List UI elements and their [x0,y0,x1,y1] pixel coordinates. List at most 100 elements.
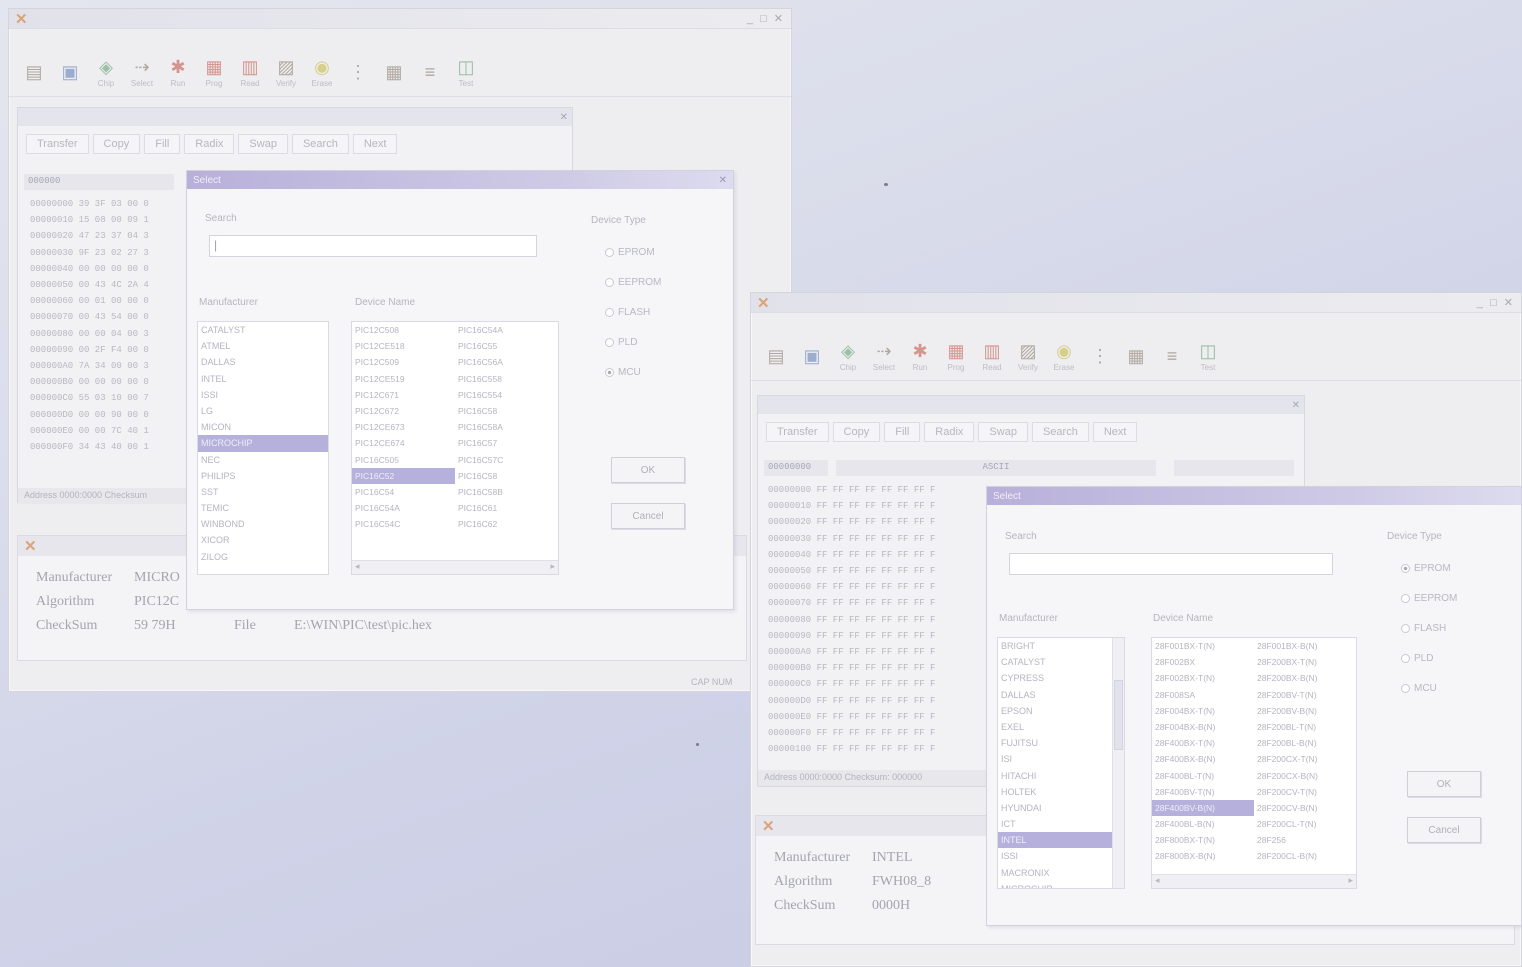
manufacturer-list-item[interactable]: ICT [998,816,1112,832]
device-list-item[interactable]: PIC16C554 [455,387,558,403]
radio-indicator[interactable] [605,308,614,317]
hex-row[interactable]: 000000F0 34 43 40 00 1 [30,439,200,455]
device-type-radio-mcu[interactable]: MCU [605,367,641,378]
hex-row[interactable]: 000000D0 FF FF FF FF FF FF FF F [768,693,998,709]
tab-copy[interactable]: Copy [92,134,141,154]
tab-next[interactable]: Next [352,134,398,154]
manufacturer-list-item[interactable]: HOLTEK [998,784,1112,800]
device-list-item[interactable]: 28F001BX-T(N) [1152,638,1254,654]
device-list-item[interactable]: PIC16C62 [455,516,558,532]
dialog-titlebar[interactable]: Select ✕ [187,171,733,189]
search-input[interactable] [1009,553,1333,575]
device-list-item[interactable]: PIC12C672 [352,403,455,419]
device-list-item[interactable]: PIC12C509 [352,354,455,370]
toolbar-program-button[interactable]: ▦ Prog [939,337,973,377]
tab-swap[interactable]: Swap [238,134,288,154]
hex-row[interactable]: 00000000 39 3F 03 00 0 [30,196,200,212]
manufacturer-list-item[interactable]: CATALYST [998,654,1112,670]
radio-indicator[interactable] [605,248,614,257]
device-list-item[interactable]: 28F400BL-B(N) [1152,816,1254,832]
radio-indicator[interactable] [605,338,614,347]
toolbar-buffer-button[interactable]: ▦ [1119,337,1153,377]
hex-row[interactable]: 00000000 FF FF FF FF FF FF FF F [768,482,998,498]
toolbar-test-button[interactable]: ◫ Test [1191,337,1225,377]
tab-search[interactable]: Search [1031,422,1089,442]
manufacturer-list-item[interactable]: ZILOG [198,549,328,565]
device-list-item[interactable]: 28F008SA [1152,687,1254,703]
window-titlebar[interactable]: ✕ _ □ ✕ [751,293,1521,313]
toolbar-bulb-button[interactable]: ◉ Erase [1047,337,1081,377]
manufacturer-list-item[interactable]: DALLAS [998,687,1112,703]
hex-row[interactable]: 000000C0 55 03 10 00 7 [30,390,200,406]
device-list-item[interactable]: 28F400BV-B(N) [1152,799,1254,817]
radio-indicator[interactable] [1401,654,1410,663]
toolbar-open-folder-button[interactable]: ▤ [17,53,51,93]
scroll-left-icon[interactable]: ◂ [1155,875,1160,888]
device-type-radio-pld[interactable]: PLD [1401,653,1433,664]
device-list-item[interactable]: PIC16C58 [455,468,558,484]
manufacturer-list-item[interactable]: ATMEL [198,338,328,354]
manufacturer-list-item[interactable]: INTEL [198,371,328,387]
device-list-item[interactable]: 28F400BX-T(N) [1152,735,1254,751]
manufacturer-list-item[interactable]: MICROCHIP [198,435,328,452]
hex-row[interactable]: 00000010 FF FF FF FF FF FF FF F [768,498,998,514]
radio-indicator[interactable] [1401,594,1410,603]
manufacturer-list-item[interactable]: FUJITSU [998,735,1112,751]
device-list-item[interactable]: 28F200BL-B(N) [1254,735,1356,751]
toolbar-config-button[interactable]: ⋮ [341,53,375,93]
device-list-item[interactable]: 28F400BV-T(N) [1152,784,1254,800]
window-controls[interactable]: _ □ ✕ [747,12,785,25]
manufacturer-list-item[interactable]: TEMIC [198,500,328,516]
hex-row[interactable]: 00000070 FF FF FF FF FF FF FF F [768,595,998,611]
manufacturer-list-item[interactable]: EPSON [998,703,1112,719]
device-type-radio-flash[interactable]: FLASH [1401,623,1446,634]
device-list-item[interactable]: 28F200CL-B(N) [1254,848,1356,864]
manufacturer-list-item[interactable]: EXEL [998,719,1112,735]
toolbar-verify-button[interactable]: ▨ Verify [269,53,303,93]
device-list-item[interactable]: 28F200BX-B(N) [1254,670,1356,686]
cancel-button[interactable]: Cancel [1407,817,1481,843]
manufacturer-list-item[interactable]: SST [198,484,328,500]
device-list-item[interactable]: PIC16C54A [352,500,455,516]
toolbar-program-button[interactable]: ▦ Prog [197,53,231,93]
device-list-item[interactable]: PIC16C58B [455,484,558,500]
toolbar-test-button[interactable]: ◫ Test [449,53,483,93]
device-type-radio-eprom[interactable]: EPROM [1401,563,1451,574]
hex-row[interactable]: 000000F0 FF FF FF FF FF FF FF F [768,725,998,741]
radio-indicator[interactable] [605,368,614,377]
device-list-item[interactable]: 28F400BX-B(N) [1152,751,1254,767]
device-list-item[interactable]: 28F256 [1254,832,1356,848]
toolbar-config-button[interactable]: ⋮ [1083,337,1117,377]
dialog-titlebar[interactable]: Select [987,487,1521,505]
manufacturer-list-item[interactable]: CYPRESS [998,670,1112,686]
toolbar-save-disk-button[interactable]: ▣ [53,53,87,93]
horizontal-scrollbar[interactable]: ◂ ▸ [1152,874,1356,888]
manufacturer-list-item[interactable]: XICOR [198,532,328,548]
radio-indicator[interactable] [1401,624,1410,633]
hex-row[interactable]: 000000D0 00 00 90 00 0 [30,407,200,423]
manufacturer-list-item[interactable]: BRIGHT [998,638,1112,654]
window-controls[interactable]: _ □ ✕ [1477,296,1515,309]
vertical-scrollbar[interactable] [1112,638,1124,888]
manufacturer-list-item[interactable]: WINBOND [198,516,328,532]
manufacturer-list-item[interactable]: DALLAS [198,354,328,370]
toolbar-list-button[interactable]: ≡ [1155,337,1189,377]
hex-row[interactable]: 00000100 FF FF FF FF FF FF FF F [768,741,998,757]
device-list-item[interactable]: PIC16C58 [455,403,558,419]
toolbar-list-button[interactable]: ≡ [413,53,447,93]
device-list-item[interactable]: 28F800BX-B(N) [1152,848,1254,864]
device-type-radio-flash[interactable]: FLASH [605,307,650,318]
tab-copy[interactable]: Copy [832,422,881,442]
device-list-item[interactable]: 28F002BX-T(N) [1152,670,1254,686]
tab-next[interactable]: Next [1092,422,1138,442]
manufacturer-list-item[interactable]: ISSI [998,848,1112,864]
device-list-item[interactable]: 28F200BV-T(N) [1254,687,1356,703]
toolbar-chip-button[interactable]: ◈ Chip [831,337,865,377]
device-list-item[interactable]: 28F004BX-B(N) [1152,719,1254,735]
device-list-item[interactable]: 28F200BX-T(N) [1254,654,1356,670]
device-type-radio-eeprom[interactable]: EEPROM [605,277,661,288]
tab-swap[interactable]: Swap [978,422,1028,442]
hex-row[interactable]: 00000040 00 00 00 00 0 [30,261,200,277]
hex-row[interactable]: 00000020 47 23 37 04 3 [30,228,200,244]
hex-row[interactable]: 000000A0 FF FF FF FF FF FF FF F [768,644,998,660]
